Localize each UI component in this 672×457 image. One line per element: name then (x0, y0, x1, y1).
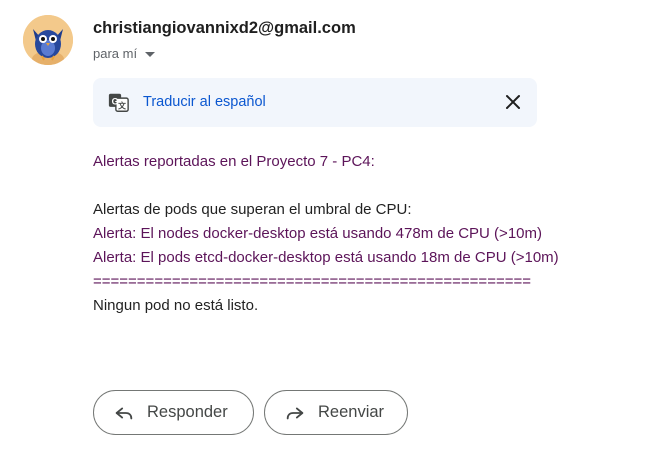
recipient-label: para mí (93, 46, 138, 61)
svg-text:文: 文 (118, 101, 126, 111)
sender-address: christiangiovannixd2@gmail.com (93, 19, 356, 37)
recipient-toggle[interactable]: para mí (93, 46, 156, 61)
body-subheading: Alertas de pods que superan el umbral de… (93, 201, 412, 218)
alert-line: Alerta: El nodes docker-desktop está usa… (93, 225, 542, 242)
reply-button[interactable]: Responder (93, 390, 254, 435)
owl-avatar-icon (23, 15, 73, 65)
translate-icon: G 文 (108, 93, 129, 112)
email-body: Alertas reportadas en el Proyecto 7 - PC… (93, 150, 559, 318)
reply-icon (115, 407, 133, 419)
alert-line: Alerta: El pods etcd-docker-desktop está… (93, 249, 559, 266)
translate-link[interactable]: Traducir al español (143, 94, 266, 110)
reply-label: Responder (147, 403, 228, 421)
forward-icon (286, 407, 304, 419)
separator-line: ========================================… (93, 273, 531, 290)
translate-bar: G 文 Traducir al español (93, 78, 537, 127)
chevron-down-icon[interactable] (145, 52, 156, 57)
forward-button[interactable]: Reenviar (264, 390, 408, 435)
body-heading: Alertas reportadas en el Proyecto 7 - PC… (93, 153, 375, 170)
close-icon[interactable] (505, 94, 521, 110)
avatar[interactable] (23, 15, 73, 65)
forward-label: Reenviar (318, 403, 385, 421)
body-footer: Ningun pod no está listo. (93, 297, 259, 314)
